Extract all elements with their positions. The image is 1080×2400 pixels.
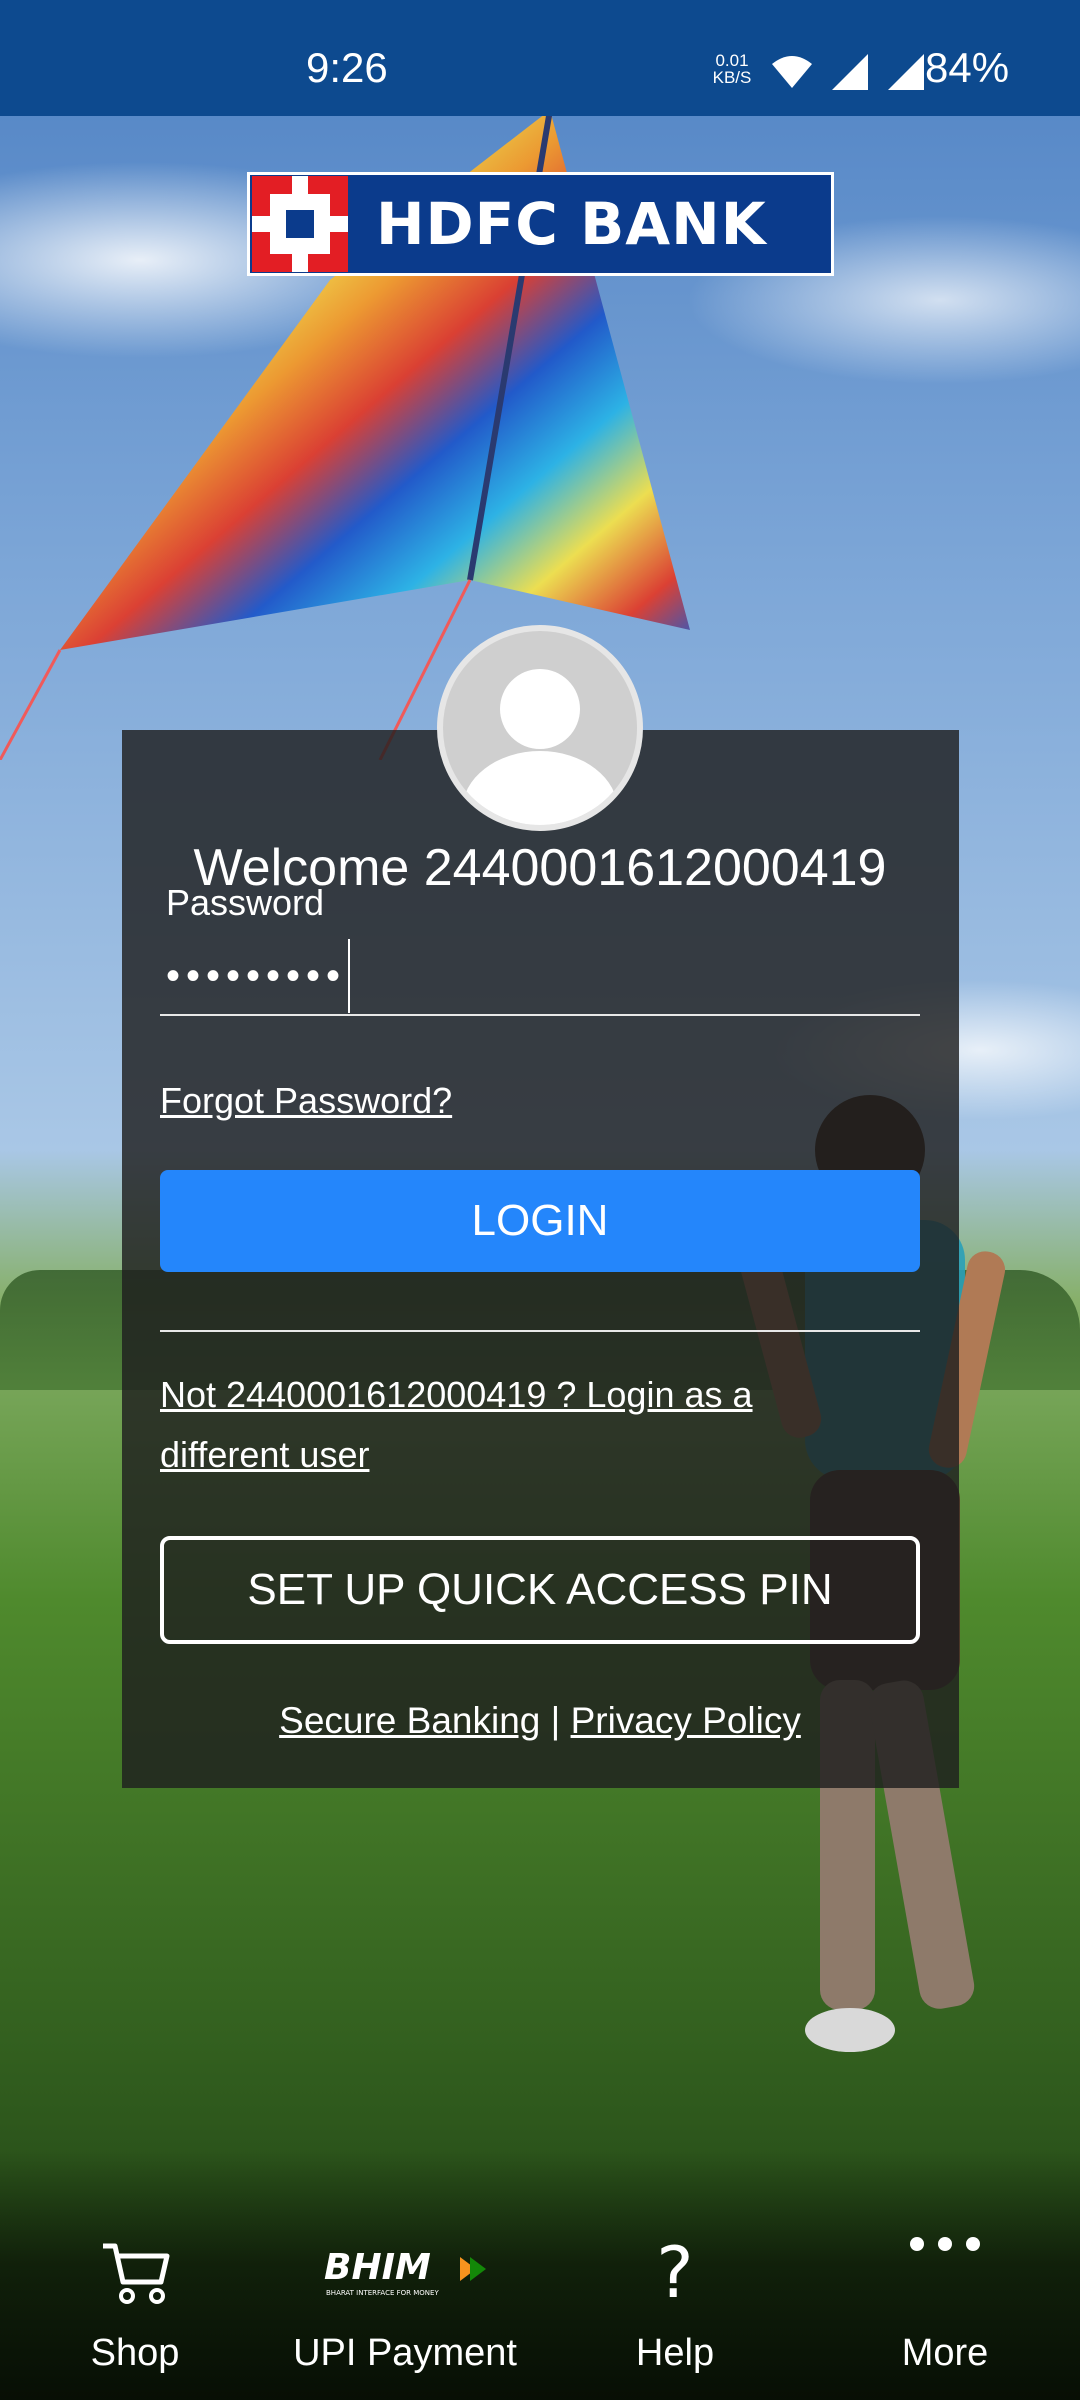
nav-label-upi-payment: UPI Payment	[293, 2332, 517, 2374]
nav-item-upi-payment[interactable]: BHIM BHARAT INTERFACE FOR MONEY UPI Paym…	[270, 2210, 540, 2400]
status-icons	[770, 50, 926, 94]
hdfc-bank-logo: HDFC BANK	[247, 172, 834, 276]
wifi-icon	[772, 56, 812, 88]
question-icon: ?	[656, 2232, 694, 2314]
link-separator: |	[550, 1700, 561, 1741]
bhim-logo-icon: BHIM BHARAT INTERFACE FOR MONEY	[324, 2247, 486, 2297]
footer-links: Secure Banking | Privacy Policy	[0, 1700, 1080, 1742]
password-value: •••••••••	[166, 953, 347, 998]
avatar	[437, 625, 643, 831]
network-speed-unit: KB/S	[712, 68, 752, 87]
bhim-logo-text: BHIM	[324, 2247, 431, 2288]
bottom-navigation: Shop BHIM BHARAT INTERFACE FOR MONEY UPI…	[0, 2210, 1080, 2400]
nav-label-help: Help	[635, 2332, 715, 2374]
nav-item-help[interactable]: ? Help	[540, 2210, 810, 2400]
nav-label-shop: Shop	[90, 2332, 180, 2374]
network-speed-value: 0.01	[715, 51, 749, 70]
nav-item-more[interactable]: More	[810, 2210, 1080, 2400]
more-dots-icon	[910, 2237, 980, 2251]
switch-user-link[interactable]: Not 2440001612000419 ? Login as a differ…	[160, 1365, 860, 1485]
nav-label-more: More	[901, 2332, 989, 2374]
status-time: 9:26	[306, 44, 388, 91]
quick-access-pin-button[interactable]: SET UP QUICK ACCESS PIN	[160, 1536, 920, 1644]
status-bar: 9:26 0.01 KB/S 84%	[0, 0, 1080, 116]
battery-percentage: 84%	[925, 44, 1010, 91]
welcome-text: Welcome 2440001612000419	[193, 839, 887, 897]
nav-item-shop[interactable]: Shop	[0, 2210, 270, 2400]
privacy-policy-link[interactable]: Privacy Policy	[571, 1700, 801, 1741]
cart-icon	[103, 2243, 170, 2304]
text-cursor	[348, 939, 351, 1013]
password-label: Password	[166, 882, 325, 923]
user-avatar-icon	[462, 669, 618, 825]
signal-icon	[888, 54, 924, 90]
secure-banking-link[interactable]: Secure Banking	[279, 1700, 540, 1741]
network-speed: 0.01 KB/S	[710, 52, 754, 86]
password-field[interactable]: •••••••••	[160, 938, 920, 1016]
signal-icon	[832, 54, 868, 90]
brand-name: HDFC BANK	[376, 190, 767, 258]
login-button[interactable]: LOGIN	[160, 1170, 920, 1272]
bhim-logo-subtext: BHARAT INTERFACE FOR MONEY	[326, 2289, 439, 2297]
forgot-password-link[interactable]: Forgot Password?	[160, 1080, 452, 1122]
divider	[160, 1330, 920, 1332]
hdfc-logo-mark-icon	[252, 176, 348, 272]
